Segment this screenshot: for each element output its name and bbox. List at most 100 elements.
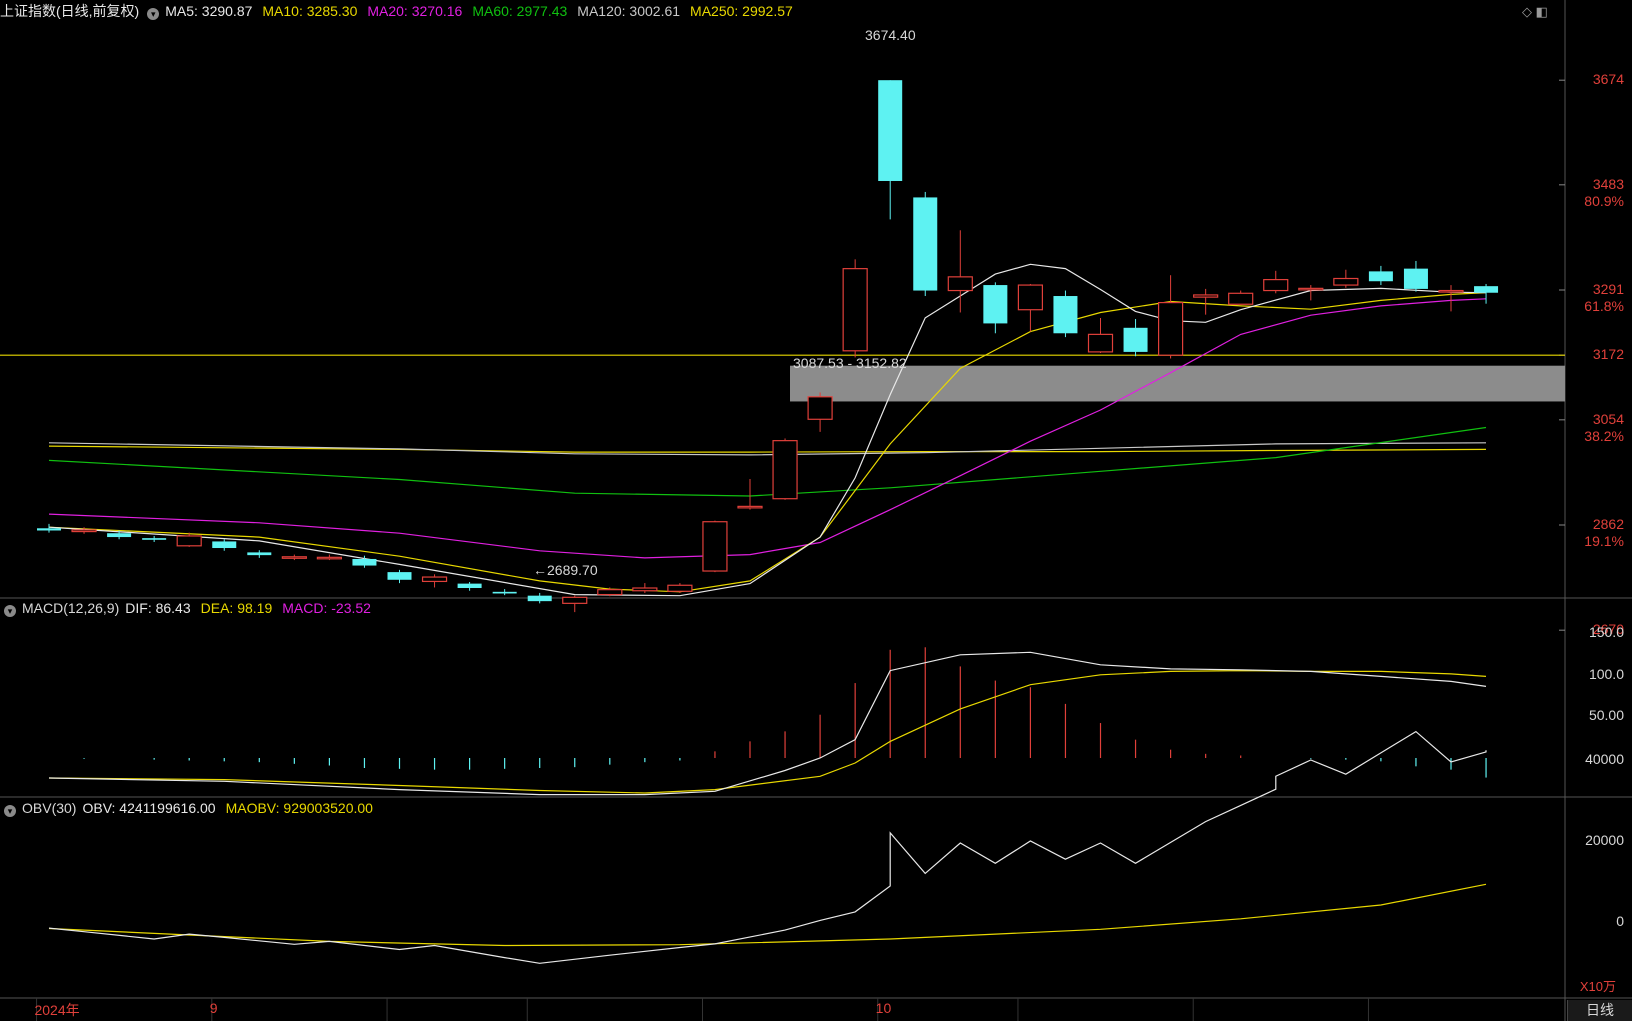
candle-body [947,276,973,292]
candle-body [1438,289,1464,293]
date-label: 10 [875,1000,892,1016]
candle-body [1298,287,1324,291]
candle-body [667,584,693,592]
ma20-line [48,298,1487,559]
candle-body [1333,277,1359,286]
ma-legend-item: MA20: 3270.16 [367,3,463,19]
candle-body [37,528,61,531]
candle-body [527,595,552,602]
candle-body [807,396,833,420]
price-tick-label: 3674 [1592,71,1624,88]
candle-body [71,529,97,533]
obv-unit: X10万 [1579,979,1616,994]
macd-indicator-header: ▾ MACD(12,26,9) DIF: 86.43 DEA: 98.19 MACD: … [0,597,381,619]
candle-body [107,533,132,538]
candle-body [387,572,412,580]
date-label: 9 [209,1000,218,1016]
candle-body [878,80,903,181]
obv-tick-label: 20000 [1585,832,1624,848]
candle-body [1017,284,1044,311]
candle-body [702,521,728,572]
candle-body [1368,271,1393,282]
candle-body [1263,278,1289,292]
candle-body [421,576,448,583]
candle-body [737,505,763,509]
toolbar-icons: ◇ ◧ [1522,4,1548,20]
fib-tick-label: 61.8% [1584,298,1624,314]
candle-body [457,583,482,589]
ma-legend-item: MA250: 2992.57 [690,3,793,19]
price-tick-label: 2862 [1592,516,1624,532]
gap-annotation: 3087.53 - 3152.82 [793,355,907,371]
price-tick-label: 3172 [1592,346,1624,363]
price-indicator-header: 上证指数(日线,前复权) ▾ MA5: 3290.87 MA10: 3285.30 MA… [0,0,813,22]
candle-body [632,587,658,592]
obv-tick-label: 40000 [1585,751,1624,767]
candle-body [1193,294,1219,298]
fib-tick-label: 19.1% [1584,533,1624,549]
window-toggle-icon[interactable]: ◧ [1536,4,1548,19]
ma-legend-item: MA120: 3002.61 [577,3,681,19]
ma10-line [48,292,1487,593]
candle-body [1403,268,1428,289]
maobv-line [48,883,1487,947]
maobv-value: MAOBV: 929003520.00 [225,800,373,816]
macd-settings-icon[interactable]: ▾ [4,605,16,617]
candle-body [842,268,868,352]
candle-body [212,541,237,549]
price-tick-label: 3291 [1592,281,1624,297]
ma120-line [48,442,1487,456]
macd-dea: DEA: 98.19 [200,600,273,616]
dif-line [48,651,1487,796]
candle-body [1228,292,1254,305]
obv-value: OBV: 4241199616.00 [82,800,216,816]
date-label: 2024年 [34,1002,80,1018]
fib-tick-label: 38.2% [1584,427,1624,444]
price-tick-label: 3054 [1592,410,1624,427]
obv-title: OBV(30) [22,800,77,816]
candle-body [316,556,342,560]
macd-dif: DIF: 86.43 [125,600,191,616]
obv-panel [48,730,1487,964]
diamond-icon[interactable]: ◇ [1522,4,1532,19]
candle-body [142,538,167,540]
candle-body [597,589,623,596]
macd-tick-label: 50.00 [1588,707,1624,724]
gap-zone [790,365,1565,402]
candle-body [772,440,798,500]
candle-body [492,591,517,594]
candle-body [247,552,272,556]
price-tick-label: 3483 [1592,175,1624,192]
chart-canvas [0,0,1632,1021]
macd-value: MACD: -23.52 [282,600,371,616]
candle-body [281,556,307,559]
timeframe-button[interactable]: 日线 [1567,1000,1632,1021]
settings-icon[interactable]: ▾ [147,8,160,20]
macd-tick-label: 150.0 [1588,624,1624,641]
obv-line [48,730,1487,964]
fib-tick-label: 80.9% [1584,192,1624,209]
ma-legend-item: MA5: 3290.87 [165,3,253,19]
candle-body [352,558,377,566]
ma-legend-item: MA60: 2977.43 [472,3,568,19]
ma-legend: MA5: 3290.87 MA10: 3285.30 MA20: 3270.16 MA… [165,3,803,19]
ma-legend-item: MA10: 3285.30 [262,3,358,19]
obv-indicator-header: ▾ OBV(30) OBV: 4241199616.00 MAOBV: 9290035… [0,797,383,819]
candle-body [983,285,1008,324]
macd-panel [48,647,1487,796]
ma5-line [48,263,1487,597]
instrument-title: 上证指数(日线,前复权) [0,3,140,19]
candle-body [1053,296,1078,334]
candle-body [1474,286,1499,293]
ma60-line [48,426,1487,497]
macd-tick-label: 100.0 [1588,665,1624,682]
macd-title: MACD(12,26,9) [22,600,120,616]
panel-grid [0,0,1632,1021]
candle-body [176,535,202,547]
obv-settings-icon[interactable]: ▾ [4,805,16,817]
candle-body [562,596,588,604]
obv-tick-label: 0 [1616,913,1624,929]
candle-body [913,197,938,291]
candle-body [1087,333,1114,353]
candle-body [1157,301,1184,356]
